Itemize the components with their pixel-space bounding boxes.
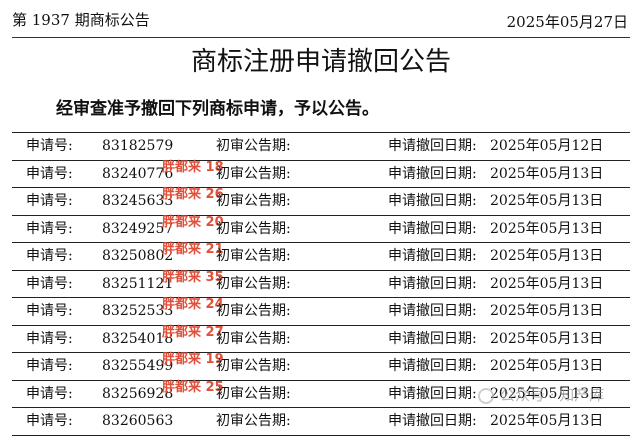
withdrawal-date: 2025年05月13日 bbox=[490, 165, 604, 182]
withdrawal-date: 2025年05月13日 bbox=[490, 193, 604, 209]
issue-date: 2025年05月27日 bbox=[506, 13, 628, 31]
withdrawal-date-label: 申请撤回日期: bbox=[388, 193, 477, 209]
withdrawal-date-label: 申请撤回日期: bbox=[388, 275, 477, 292]
withdrawal-date: 2025年05月13日 bbox=[490, 275, 604, 292]
trademark-name: 胖都来 18 bbox=[162, 159, 224, 175]
table-row: 申请号: 83254018 胖都来 27 初审公告期: 申请撤回日期: 2025年05月1… bbox=[12, 325, 630, 353]
watermark-text: 公众号 · 知产库 bbox=[500, 386, 605, 404]
withdrawal-date-label: 申请撤回日期: bbox=[388, 330, 477, 347]
application-number-label: 申请号: bbox=[26, 385, 73, 402]
table-row: 申请号: 83249257 胖都来 20 初审公告期: 申请撤回日期: 2025年05月1… bbox=[12, 215, 630, 243]
application-number-label: 申请号: bbox=[26, 165, 73, 182]
withdrawal-date: 2025年05月12日 bbox=[490, 138, 604, 154]
withdrawal-date: 2025年05月13日 bbox=[490, 413, 604, 429]
table-row: 申请号: 83260563 初审公告期: 申请撤回日期: 2025年05月13日 bbox=[12, 408, 630, 436]
withdrawal-date: 2025年05月13日 bbox=[490, 330, 604, 347]
withdrawal-date-label: 申请撤回日期: bbox=[388, 358, 477, 374]
trademark-name: 胖都来 26 bbox=[162, 187, 224, 202]
preliminary-date-label: 初审公告期: bbox=[216, 165, 291, 182]
trademark-name: 胖都来 20 bbox=[162, 214, 224, 230]
table-row: 申请号: 83240776 胖都来 18 初审公告期: 申请撤回日期: 2025年05月1… bbox=[12, 160, 630, 188]
trademark-name: 胖都来 24 bbox=[162, 297, 224, 312]
application-number-label: 申请号: bbox=[26, 358, 73, 374]
application-number: 83260563 bbox=[102, 413, 174, 429]
preliminary-date-label: 初审公告期: bbox=[216, 358, 291, 374]
withdrawal-date: 2025年05月13日 bbox=[490, 358, 604, 374]
preliminary-date-label: 初审公告期: bbox=[216, 303, 291, 319]
table-row: 申请号: 83251121 胖都来 35 初审公告期: 申请撤回日期: 2025年05月1… bbox=[12, 270, 630, 298]
table-row: 申请号: 83252533 胖都来 24 初审公告期: 申请撤回日期: 2025年05月1… bbox=[12, 297, 630, 326]
withdrawal-date-label: 申请撤回日期: bbox=[388, 220, 477, 237]
preliminary-date-label: 初审公告期: bbox=[216, 248, 291, 264]
application-number-label: 申请号: bbox=[26, 275, 73, 292]
header-divider bbox=[12, 37, 630, 38]
withdrawal-date: 2025年05月13日 bbox=[490, 220, 604, 237]
table-row: 申请号: 83245633 胖都来 26 初审公告期: 申请撤回日期: 2025年05月1… bbox=[12, 187, 630, 216]
withdrawal-date-label: 申请撤回日期: bbox=[388, 303, 477, 319]
trademark-name: 胖都来 35 bbox=[162, 269, 224, 285]
withdrawal-date: 2025年05月13日 bbox=[490, 303, 604, 319]
preliminary-date-label: 初审公告期: bbox=[216, 330, 291, 347]
preliminary-date-label: 初审公告期: bbox=[216, 413, 291, 429]
withdrawal-date: 2025年05月13日 bbox=[490, 248, 604, 264]
preliminary-date-label: 初审公告期: bbox=[216, 275, 291, 292]
withdrawal-date-label: 申请撤回日期: bbox=[388, 165, 477, 182]
table-row: 申请号: 83182579 初审公告期: 申请撤回日期: 2025年05月12日 bbox=[12, 133, 630, 161]
preliminary-date-label: 初审公告期: bbox=[216, 220, 291, 237]
preliminary-date-label: 初审公告期: bbox=[216, 138, 291, 154]
table-row: 申请号: 83255499 胖都来 19 初审公告期: 申请撤回日期: 2025年05月1… bbox=[12, 352, 630, 381]
preliminary-date-label: 初审公告期: bbox=[216, 385, 291, 402]
withdrawal-date-label: 申请撤回日期: bbox=[388, 248, 477, 264]
trademark-name: 胖都来 19 bbox=[162, 352, 224, 367]
trademark-name: 胖都来 25 bbox=[162, 379, 224, 395]
application-number-label: 申请号: bbox=[26, 330, 73, 347]
watermark: 公众号 · 知产库 bbox=[478, 384, 604, 405]
application-number-label: 申请号: bbox=[26, 303, 73, 319]
page-header: 第 1937 期商标公告 2025年05月27日 bbox=[0, 0, 642, 38]
trademark-name: 胖都来 27 bbox=[162, 324, 224, 340]
withdrawal-date-label: 申请撤回日期: bbox=[388, 385, 477, 402]
trademark-name: 胖都来 21 bbox=[162, 242, 224, 257]
withdrawal-date-label: 申请撤回日期: bbox=[388, 138, 477, 154]
application-number-label: 申请号: bbox=[26, 413, 73, 429]
intro-statement: 经审查准予撤回下列商标申请，予以公告。 bbox=[56, 99, 379, 119]
wechat-icon bbox=[478, 387, 494, 404]
application-number-label: 申请号: bbox=[26, 138, 73, 154]
document-title: 商标注册申请撤回公告 bbox=[190, 47, 451, 77]
issue-number: 第 1937 期商标公告 bbox=[12, 11, 150, 29]
application-number-label: 申请号: bbox=[26, 220, 73, 237]
application-number-label: 申请号: bbox=[26, 193, 73, 209]
withdrawal-date-label: 申请撤回日期: bbox=[388, 413, 477, 429]
preliminary-date-label: 初审公告期: bbox=[216, 193, 291, 209]
table-row: 申请号: 83250802 胖都来 21 初审公告期: 申请撤回日期: 2025年05月1… bbox=[12, 242, 630, 271]
application-number-label: 申请号: bbox=[26, 248, 73, 264]
